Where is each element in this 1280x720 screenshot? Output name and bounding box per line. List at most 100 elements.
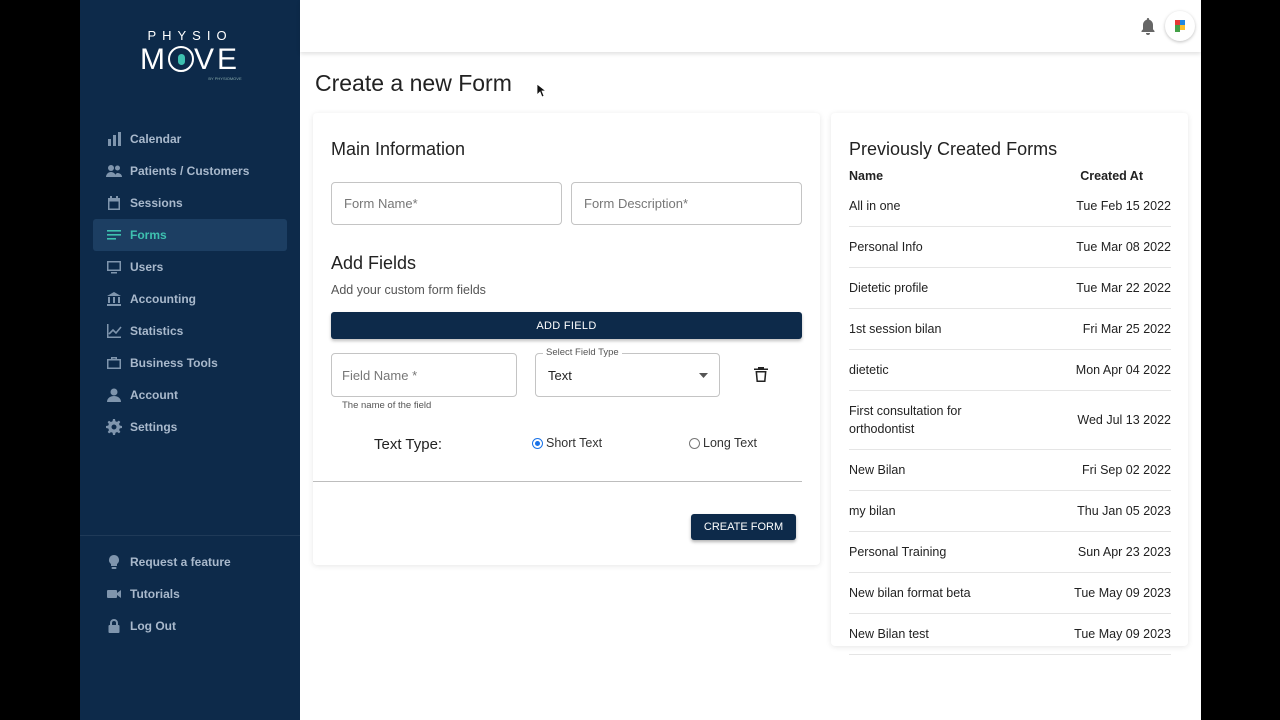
text-type-label: Text Type: <box>374 436 443 453</box>
form-name-cell: Personal Training <box>849 545 947 559</box>
bar-chart-icon <box>108 132 121 146</box>
field-name-helper: The name of the field <box>342 400 432 411</box>
sidebar-item-label: Log Out <box>130 619 176 633</box>
lock-icon <box>108 619 120 633</box>
table-row[interactable]: Dietetic profile Tue Mar 22 2022 <box>849 268 1171 309</box>
form-name-cell: 1st session bilan <box>849 322 942 336</box>
sidebar-item-business-tools[interactable]: Business Tools <box>93 347 287 379</box>
notification-bell-icon[interactable] <box>1140 17 1156 35</box>
brand-logo[interactable]: PHYSIO M VE BY PHYSIOMOVE <box>80 28 300 81</box>
field-name-input[interactable]: Field Name * <box>331 353 517 397</box>
sidebar-item-calendar[interactable]: Calendar <box>93 123 287 155</box>
short-text-radio[interactable]: Short Text <box>532 436 602 450</box>
created-at-cell: Tue Mar 22 2022 <box>1076 281 1171 295</box>
table-row[interactable]: New Bilan test Tue May 09 2023 <box>849 614 1171 655</box>
sidebar-item-label: Forms <box>130 228 167 242</box>
field-type-select[interactable]: Text <box>535 353 720 397</box>
table-row[interactable]: New bilan format beta Tue May 09 2023 <box>849 573 1171 614</box>
person-icon <box>107 388 121 402</box>
created-at-cell: Tue May 09 2023 <box>1074 586 1171 600</box>
long-text-radio[interactable]: Long Text <box>689 436 757 450</box>
app-window: PHYSIO M VE BY PHYSIOMOVE Calendar Patien… <box>80 0 1201 720</box>
form-description-input[interactable]: Form Description* <box>571 182 802 225</box>
table-row[interactable]: Personal Info Tue Mar 08 2022 <box>849 227 1171 268</box>
sidebar-item-accounting[interactable]: Accounting <box>93 283 287 315</box>
sidebar-bottom-nav: Request a feature Tutorials Log Out <box>93 546 287 642</box>
table-row[interactable]: New Bilan Fri Sep 02 2022 <box>849 450 1171 491</box>
form-name-cell: my bilan <box>849 504 896 518</box>
sidebar-item-logout[interactable]: Log Out <box>93 610 287 642</box>
create-form-card: Main Information Form Name* Form Descrip… <box>313 113 820 565</box>
sidebar-item-account[interactable]: Account <box>93 379 287 411</box>
form-name-cell: dietetic <box>849 363 889 377</box>
form-name-cell: Personal Info <box>849 240 923 254</box>
created-at-cell: Tue Mar 08 2022 <box>1076 240 1171 254</box>
video-icon <box>107 590 121 598</box>
short-text-label: Short Text <box>546 436 603 450</box>
form-name-cell: All in one <box>849 199 901 213</box>
table-row[interactable]: All in one Tue Feb 15 2022 <box>849 186 1171 227</box>
form-name-cell: New Bilan <box>849 463 906 477</box>
add-field-button[interactable]: ADD FIELD <box>331 312 802 339</box>
sidebar-item-forms[interactable]: Forms <box>93 219 287 251</box>
line-chart-icon <box>107 324 122 338</box>
calendar-icon <box>108 196 120 210</box>
sidebar-item-label: Patients / Customers <box>130 164 250 178</box>
sidebar-item-label: Sessions <box>130 196 183 210</box>
gear-icon <box>106 419 122 435</box>
table-row[interactable]: 1st session bilan Fri Mar 25 2022 <box>849 309 1171 350</box>
create-form-button[interactable]: CREATE FORM <box>691 514 796 540</box>
delete-field-icon[interactable] <box>754 366 768 382</box>
created-at-cell: Fri Mar 25 2022 <box>1082 322 1171 336</box>
form-name-input[interactable]: Form Name* <box>331 182 562 225</box>
sidebar-item-tutorials[interactable]: Tutorials <box>93 578 287 610</box>
main-information-title: Main Information <box>331 139 466 159</box>
sidebar-item-settings[interactable]: Settings <box>93 411 287 443</box>
created-at-cell: Tue May 09 2023 <box>1074 627 1171 641</box>
form-name-cell: New bilan format beta <box>849 586 971 600</box>
table-header: Name Created At <box>849 169 1171 183</box>
list-icon <box>107 230 121 240</box>
logo-top-text: PHYSIO <box>147 28 233 43</box>
sidebar: PHYSIO M VE BY PHYSIOMOVE Calendar Patien… <box>80 0 300 720</box>
people-icon <box>106 165 122 177</box>
sidebar-item-label: Users <box>130 260 164 274</box>
add-fields-subtitle: Add your custom form fields <box>331 283 486 297</box>
logo-o-icon <box>167 46 194 72</box>
sidebar-item-label: Calendar <box>130 132 182 146</box>
sidebar-item-label: Business Tools <box>130 356 218 370</box>
table-row[interactable]: dietetic Mon Apr 04 2022 <box>849 350 1171 391</box>
user-avatar[interactable] <box>1165 11 1195 41</box>
sidebar-item-patients[interactable]: Patients / Customers <box>93 155 287 187</box>
sidebar-item-statistics[interactable]: Statistics <box>93 315 287 347</box>
add-fields-title: Add Fields <box>331 253 417 273</box>
mouse-cursor-icon <box>537 84 547 98</box>
logo-tagline: BY PHYSIOMOVE <box>208 76 242 81</box>
created-at-cell: Fri Sep 02 2022 <box>1082 463 1171 477</box>
sidebar-item-users[interactable]: Users <box>93 251 287 283</box>
column-header-name: Name <box>849 169 884 183</box>
sidebar-item-sessions[interactable]: Sessions <box>93 187 287 219</box>
table-row[interactable]: First consultation for orthodontist Wed J… <box>849 391 1171 450</box>
table-row[interactable]: Personal Training Sun Apr 23 2023 <box>849 532 1171 573</box>
sidebar-item-label: Request a feature <box>130 555 231 569</box>
sidebar-item-label: Tutorials <box>130 587 180 601</box>
created-at-cell: Wed Jul 13 2022 <box>1077 413 1171 427</box>
radio-unselected-icon <box>689 437 700 449</box>
sidebar-item-request-feature[interactable]: Request a feature <box>93 546 287 578</box>
form-name-cell: First consultation for orthodontist <box>849 404 962 436</box>
form-divider <box>313 481 802 482</box>
dropdown-arrow-icon <box>699 373 708 378</box>
created-at-cell: Sun Apr 23 2023 <box>1077 545 1171 559</box>
table-row[interactable]: my bilan Thu Jan 05 2023 <box>849 491 1171 532</box>
long-text-label: Long Text <box>703 436 757 450</box>
lightbulb-icon <box>109 555 119 569</box>
briefcase-icon <box>107 357 121 369</box>
forms-table-body: All in one Tue Feb 15 2022 Personal Info Tu… <box>849 186 1171 655</box>
sidebar-item-label: Account <box>130 388 178 402</box>
sidebar-item-label: Accounting <box>130 292 196 306</box>
created-at-cell: Thu Jan 05 2023 <box>1077 504 1171 518</box>
previous-forms-title: Previously Created Forms <box>849 139 1058 159</box>
form-name-cell: Dietetic profile <box>849 281 929 295</box>
sidebar-item-label: Settings <box>130 420 178 434</box>
